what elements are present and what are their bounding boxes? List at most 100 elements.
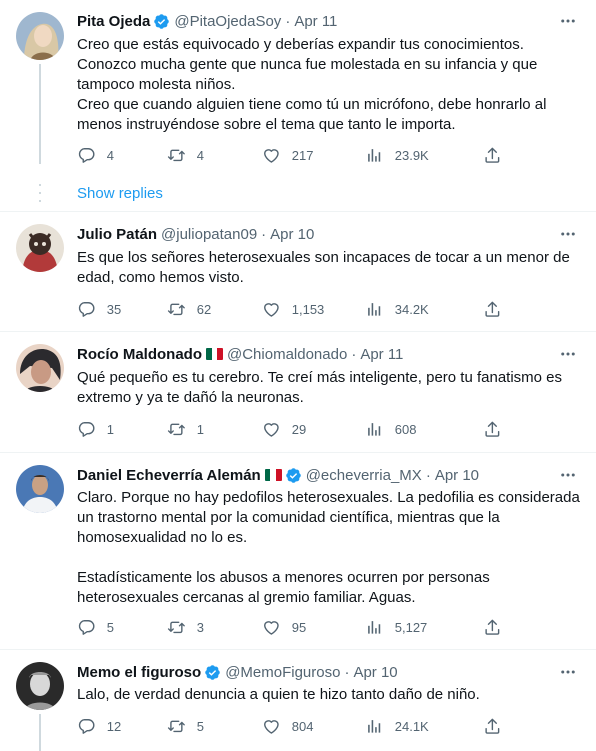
user-handle[interactable]: @MemoFiguroso: [225, 664, 340, 681]
views-button[interactable]: 608: [365, 420, 416, 439]
reply-button[interactable]: 35: [77, 300, 121, 319]
reply-button[interactable]: 5: [77, 618, 114, 637]
separator-dot: ·: [351, 345, 357, 363]
more-options-button[interactable]: [556, 224, 580, 244]
share-upload-icon: [485, 421, 500, 437]
like-button[interactable]: 1,153: [262, 300, 324, 319]
three-dots-icon: [561, 670, 575, 674]
view-count: 34.2K: [394, 301, 429, 317]
views-button[interactable]: 34.2K: [365, 300, 429, 319]
share-button[interactable]: [483, 300, 502, 319]
like-button[interactable]: 95: [262, 618, 306, 637]
share-button[interactable]: [483, 420, 502, 439]
tweet[interactable]: Rocío Maldonado @Chiomaldonado · Apr 11 …: [0, 332, 596, 453]
tweet[interactable]: Julio Patán @juliopatan09 · Apr 10 Es qu…: [0, 212, 596, 332]
tweet[interactable]: Memo el figuroso @MemoFiguroso · Apr 10 …: [0, 650, 596, 751]
tweet-date[interactable]: Apr 10: [353, 664, 397, 681]
tweet[interactable]: Daniel Echeverría Alemán @echeverria_MX …: [0, 453, 596, 650]
retweet-count: 5: [196, 718, 204, 734]
verified-badge-icon: [285, 467, 301, 483]
reply-button[interactable]: 12: [77, 717, 121, 736]
view-count: 608: [394, 421, 417, 437]
like-count: 95: [291, 619, 307, 635]
display-name[interactable]: Rocío Maldonado: [77, 346, 202, 363]
display-name[interactable]: Pita Ojeda: [77, 13, 150, 30]
retweet-count: 62: [196, 301, 212, 317]
tweet-text: Claro. Porque no hay pedofilos heterosex…: [77, 489, 580, 606]
share-button[interactable]: [483, 146, 502, 165]
three-dots-icon: [561, 352, 575, 356]
retweet-arrows-icon: [167, 149, 185, 162]
tweet-header: Pita Ojeda @PitaOjedaSoy · Apr 11: [77, 11, 536, 31]
retweet-button[interactable]: 3: [167, 618, 204, 637]
tweet-date[interactable]: Apr 11: [360, 346, 403, 363]
tweet-date[interactable]: Apr 11: [294, 13, 337, 30]
avatar[interactable]: [16, 344, 64, 392]
reply-count: 5: [106, 619, 114, 635]
mexico-flag-icon: [264, 469, 282, 481]
tweet-actions: 1 1 29 608: [77, 420, 517, 440]
retweet-button[interactable]: 62: [167, 300, 211, 319]
avatar[interactable]: [16, 12, 64, 60]
speech-bubble-icon: [78, 719, 95, 734]
reply-count: 12: [106, 718, 122, 734]
tweet-header: Julio Patán @juliopatan09 · Apr 10: [77, 224, 536, 244]
tweet-header: Daniel Echeverría Alemán @echeverria_MX …: [77, 465, 536, 485]
share-button[interactable]: [483, 618, 502, 637]
like-count: 804: [291, 718, 314, 734]
more-options-button[interactable]: [556, 344, 580, 364]
views-button[interactable]: 23.9K: [365, 146, 429, 165]
tweet-header: Memo el figuroso @MemoFiguroso · Apr 10: [77, 662, 536, 682]
show-replies-link[interactable]: Show replies: [77, 185, 163, 202]
verified-badge-icon: [154, 13, 170, 29]
heart-icon: [264, 149, 279, 163]
retweet-arrows-icon: [167, 423, 185, 436]
like-button[interactable]: 804: [262, 717, 313, 736]
avatar[interactable]: [16, 662, 64, 710]
user-handle[interactable]: @juliopatan09: [161, 226, 257, 243]
reply-count: 4: [106, 147, 114, 163]
user-handle[interactable]: @PitaOjedaSoy: [174, 13, 281, 30]
like-count: 217: [291, 147, 314, 163]
display-name[interactable]: Julio Patán: [77, 226, 157, 243]
retweet-button[interactable]: 4: [167, 146, 204, 165]
like-button[interactable]: 217: [262, 146, 313, 165]
like-button[interactable]: 29: [262, 420, 306, 439]
bar-chart-icon: [368, 720, 381, 733]
tweet[interactable]: Pita Ojeda @PitaOjedaSoy · Apr 11 Creo q…: [0, 0, 596, 212]
reply-button[interactable]: 1: [77, 420, 114, 439]
speech-bubble-icon: [78, 302, 95, 317]
separator-dot: ·: [344, 663, 350, 681]
thread-line: [39, 714, 41, 751]
avatar[interactable]: [16, 465, 64, 513]
retweet-button[interactable]: 5: [167, 717, 204, 736]
retweet-button[interactable]: 1: [167, 420, 204, 439]
verified-badge-icon: [205, 664, 220, 680]
user-handle[interactable]: @Chiomaldonado: [227, 346, 347, 363]
heart-icon: [264, 423, 279, 437]
avatar[interactable]: [16, 224, 64, 272]
speech-bubble-icon: [78, 148, 95, 163]
mexico-flag-icon: [206, 348, 223, 360]
more-options-button[interactable]: [556, 465, 580, 485]
display-name[interactable]: Daniel Echeverría Alemán: [77, 467, 261, 484]
three-dots-icon: [561, 473, 575, 477]
speech-bubble-icon: [78, 422, 95, 437]
more-options-button[interactable]: [556, 11, 580, 31]
tweet-date[interactable]: Apr 10: [435, 467, 479, 484]
tweet-date[interactable]: Apr 10: [270, 226, 314, 243]
views-button[interactable]: 5,127: [365, 618, 427, 637]
retweet-count: 4: [196, 147, 204, 163]
heart-icon: [264, 303, 279, 317]
display-name[interactable]: Memo el figuroso: [77, 664, 201, 681]
views-button[interactable]: 24.1K: [365, 717, 429, 736]
share-button[interactable]: [483, 717, 502, 736]
tweet-text: Lalo, de verdad denuncia a quien te hizo…: [77, 686, 480, 703]
more-options-button[interactable]: [556, 662, 580, 682]
user-handle[interactable]: @echeverria_MX: [306, 467, 422, 484]
retweet-arrows-icon: [167, 303, 185, 316]
reply-button[interactable]: 4: [77, 146, 114, 165]
bar-chart-icon: [368, 423, 381, 436]
share-upload-icon: [485, 147, 500, 163]
heart-icon: [264, 720, 279, 734]
